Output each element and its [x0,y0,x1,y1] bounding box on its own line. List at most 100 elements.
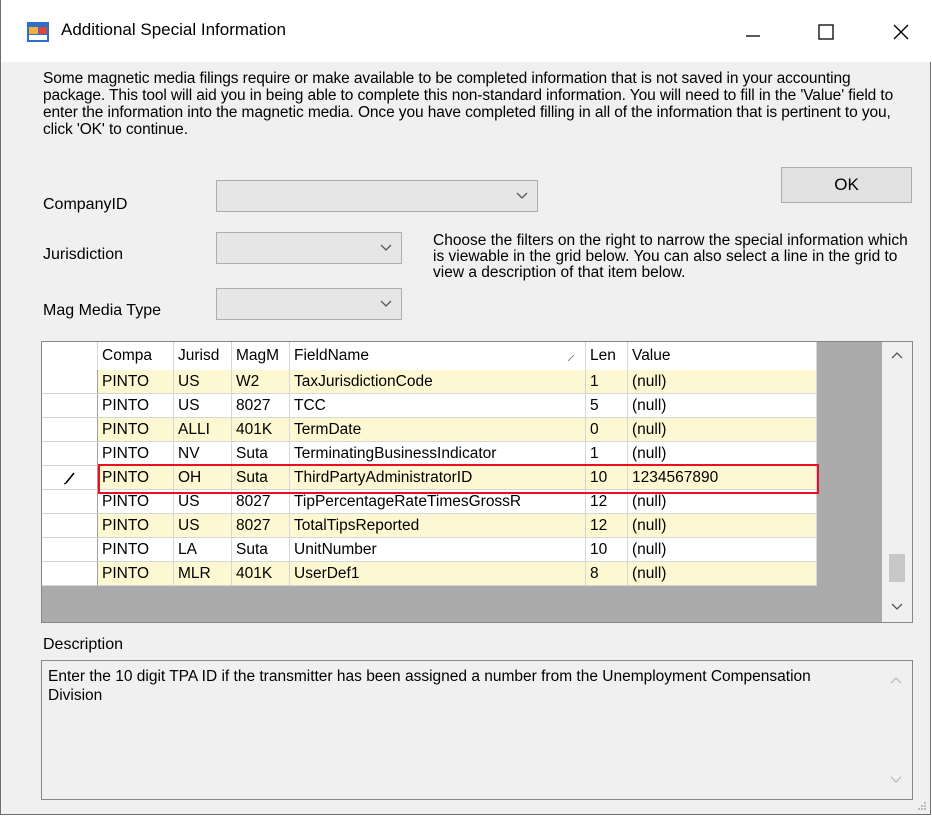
column-header-len[interactable]: Len [586,342,628,370]
cell-len: 10 [586,538,628,562]
cell-len: 0 [586,418,628,442]
table-row[interactable]: PINTO ALLI 401K TermDate 0 (null) [42,418,817,442]
cell-jurisdiction: US [174,370,232,394]
chevron-down-icon [380,300,392,307]
minimize-icon [746,35,760,37]
cell-fieldname: UnitNumber [290,538,586,562]
cell-value[interactable]: (null) [628,442,817,466]
cell-company: PINTO [98,466,174,490]
minimize-button[interactable] [723,10,783,54]
table-row[interactable]: PINTO NV Suta TerminatingBusinessIndicator 1… [42,442,817,466]
table-row[interactable]: PINTO US 8027 TipPercentageRateTimesGrossR 1… [42,490,817,514]
sort-indicator-icon [567,354,575,362]
cell-magmedia: W2 [232,370,290,394]
column-header-magmedia[interactable]: MagM [232,342,290,370]
table-row[interactable]: PINTO US 8027 TCC 5 (null) [42,394,817,418]
cell-value[interactable]: (null) [628,370,817,394]
cell-magmedia: 401K [232,562,290,586]
cell-fieldname: ThirdPartyAdministratorID [290,466,586,490]
special-info-grid[interactable]: Compa Jurisd MagM FieldName Len Value PI… [41,341,913,623]
column-header-company[interactable]: Compa [98,342,174,370]
cell-magmedia: Suta [232,466,290,490]
cell-value[interactable]: (null) [628,490,817,514]
row-header[interactable] [42,394,98,418]
cell-value[interactable]: (null) [628,538,817,562]
cell-value[interactable]: (null) [628,562,817,586]
mag-media-label: Mag Media Type [43,302,161,319]
cell-jurisdiction: LA [174,538,232,562]
intro-text: Some magnetic media filings require or m… [43,70,894,138]
cell-value[interactable]: (null) [628,418,817,442]
row-header[interactable] [42,418,98,442]
scroll-up-icon[interactable] [891,350,903,362]
cell-fieldname: TerminatingBusinessIndicator [290,442,586,466]
column-header-value[interactable]: Value [628,342,817,370]
column-header-jurisdiction[interactable]: Jurisd [174,342,232,370]
cell-len: 1 [586,370,628,394]
scroll-up-icon[interactable] [890,675,902,687]
form-app-icon [27,22,49,42]
close-button[interactable] [871,10,931,54]
cell-fieldname: TaxJurisdictionCode [290,370,586,394]
scroll-down-icon[interactable] [890,773,902,785]
scrollbar-thumb[interactable] [889,554,905,582]
grid-corner-cell [42,342,98,370]
close-icon [893,24,909,40]
cell-magmedia: 401K [232,418,290,442]
cell-jurisdiction: ALLI [174,418,232,442]
window-title: Additional Special Information [61,20,286,39]
company-label: CompanyID [43,196,128,213]
cell-jurisdiction: MLR [174,562,232,586]
table-row[interactable]: PINTO OH Suta ThirdPartyAdministratorID 10 12… [42,466,817,490]
row-header[interactable] [42,370,98,394]
row-header[interactable] [42,442,98,466]
cell-magmedia: 8027 [232,514,290,538]
table-row[interactable]: PINTO US 8027 TotalTipsReported 12 (null) [42,514,817,538]
table-row[interactable]: PINTO US W2 TaxJurisdictionCode 1 (null) [42,370,817,394]
pencil-icon [63,472,75,485]
cell-fieldname: TipPercentageRateTimesGrossR [290,490,586,514]
mag-media-select[interactable] [216,288,402,320]
cell-magmedia: Suta [232,442,290,466]
cell-company: PINTO [98,370,174,394]
table-row[interactable]: PINTO MLR 401K UserDef1 8 (null) [42,562,817,586]
filter-hint-text: Choose the filters on the right to narro… [433,232,908,281]
cell-magmedia: Suta [232,538,290,562]
cell-company: PINTO [98,418,174,442]
dialog-window: Additional Special Information Some magn… [0,0,932,815]
cell-magmedia: 8027 [232,394,290,418]
cell-company: PINTO [98,538,174,562]
row-header[interactable] [42,562,98,586]
column-header-fieldname[interactable]: FieldName [290,342,586,370]
cell-fieldname: TermDate [290,418,586,442]
row-header[interactable] [42,490,98,514]
description-box: Enter the 10 digit TPA ID if the transmi… [41,660,913,800]
maximize-icon [818,24,834,40]
column-header-fieldname-label: FieldName [294,347,369,364]
maximize-button[interactable] [796,10,856,54]
row-header[interactable] [42,514,98,538]
row-header[interactable] [42,466,98,490]
company-select[interactable] [216,180,538,212]
table-row[interactable]: PINTO LA Suta UnitNumber 10 (null) [42,538,817,562]
scroll-down-icon[interactable] [891,600,903,612]
cell-len: 5 [586,394,628,418]
cell-value[interactable]: 1234567890 [628,466,817,490]
cell-fieldname: TCC [290,394,586,418]
jurisdiction-label: Jurisdiction [43,246,124,263]
title-bar[interactable]: Additional Special Information [1,0,932,62]
ok-button[interactable]: OK [781,167,912,203]
cell-len: 10 [586,466,628,490]
cell-value[interactable]: (null) [628,394,817,418]
row-header[interactable] [42,538,98,562]
grid-header: Compa Jurisd MagM FieldName Len Value [42,342,817,371]
jurisdiction-select[interactable] [216,232,402,264]
description-text: Enter the 10 digit TPA ID if the transmi… [48,668,811,704]
description-label: Description [43,636,124,653]
grid-vertical-scrollbar[interactable] [882,342,912,622]
cell-value[interactable]: (null) [628,514,817,538]
resize-grip-icon[interactable] [916,800,926,810]
cell-len: 8 [586,562,628,586]
cell-jurisdiction: US [174,394,232,418]
cell-jurisdiction: OH [174,466,232,490]
